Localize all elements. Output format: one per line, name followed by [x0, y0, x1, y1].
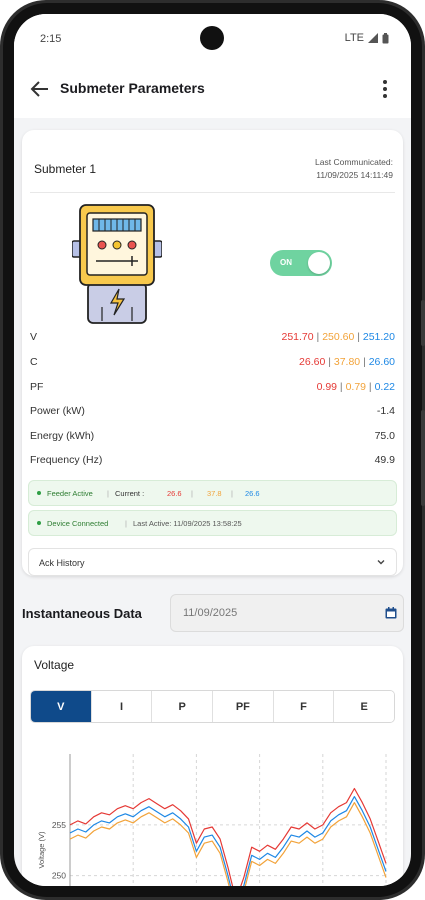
param-row-pf: PF 0.99 | 0.79 | 0.22 [30, 378, 395, 398]
submeter-name: Submeter 1 [34, 162, 97, 176]
param-value-energy: 75.0 [374, 430, 395, 442]
voltage-line-chart: 255 250 Voltage (V) [37, 754, 387, 886]
y-tick-label: 250 [52, 871, 66, 881]
parameter-tabs: V I P PF F E [30, 690, 395, 723]
series-line-0 [69, 787, 387, 886]
status-icons: LTE [345, 32, 389, 44]
submeter-card: Submeter 1 Last Communicated: 11/09/2025… [22, 130, 403, 576]
date-input[interactable]: 11/09/2025 [170, 594, 404, 632]
signal-icon [368, 33, 378, 43]
param-value-c: 26.60 | 37.80 | 26.60 [299, 356, 395, 368]
calendar-icon[interactable] [385, 607, 397, 619]
voltage-card-title: Voltage [34, 658, 75, 672]
param-value-power: -1.4 [376, 405, 395, 417]
y-tick-label: 255 [52, 820, 66, 830]
param-label-v: V [30, 331, 38, 343]
chevron-down-icon [377, 560, 385, 565]
c-b-value: 26.60 [368, 356, 395, 368]
last-communicated-value: 11/09/2025 14:11:49 [316, 170, 393, 180]
c-y-value: 37.80 [333, 356, 361, 368]
param-value-pf: 0.99 | 0.79 | 0.22 [316, 381, 395, 393]
device-last-active: Last Active: 11/09/2025 13:58:25 [133, 519, 242, 528]
phone-frame: 2:15 LTE Submeter Parameters Submeter 1 … [0, 0, 425, 900]
device-status-dot [37, 521, 41, 525]
more-vert-icon[interactable] [373, 77, 397, 101]
pf-r-value: 0.99 [316, 381, 337, 393]
front-camera [200, 26, 224, 50]
status-time: 2:15 [40, 33, 62, 45]
pf-y-value: 0.79 [345, 381, 366, 393]
feeder-current-b: 26.6 [245, 489, 260, 498]
series-line-1 [69, 795, 387, 886]
tab-i[interactable]: I [91, 691, 153, 722]
toggle-label: ON [280, 258, 292, 267]
ack-history-label: Ack History [39, 558, 85, 568]
y-axis-label: Voltage (V) [37, 831, 46, 869]
param-row-energy: Energy (kWh) 75.0 [30, 427, 395, 447]
content: Submeter 1 Last Communicated: 11/09/2025… [14, 118, 411, 886]
battery-icon [382, 32, 389, 43]
pf-b-value: 0.22 [374, 381, 395, 393]
feeder-status-dot [37, 491, 41, 495]
param-label-frequency: Frequency (Hz) [30, 454, 103, 466]
feeder-current-label: Current : [115, 489, 145, 498]
tab-e[interactable]: E [334, 691, 394, 722]
tab-f[interactable]: F [273, 691, 335, 722]
c-r-value: 26.60 [299, 356, 326, 368]
date-value: 11/09/2025 [183, 607, 238, 619]
feeder-current-r: 26.6 [167, 489, 182, 498]
param-value-v: 251.70 | 250.60 | 251.20 [281, 331, 396, 343]
page-title: Submeter Parameters [60, 80, 205, 96]
ack-history-dropdown[interactable]: Ack History [28, 548, 397, 576]
toggle-knob [308, 252, 330, 274]
tab-p[interactable]: P [152, 691, 214, 722]
last-communicated-label: Last Communicated: [315, 157, 393, 167]
feeder-status-label: Feeder Active [47, 489, 93, 498]
app-bar: Submeter Parameters [14, 60, 411, 118]
tab-v[interactable]: V [31, 691, 92, 722]
v-b-value: 251.20 [362, 331, 395, 343]
param-label-energy: Energy (kWh) [30, 430, 95, 442]
network-label: LTE [344, 32, 364, 44]
device-status: Device Connected | Last Active: 11/09/20… [28, 510, 397, 536]
status-bar: 2:15 LTE [14, 14, 411, 60]
v-r-value: 251.70 [281, 331, 314, 343]
feeder-status: Feeder Active | Current : 26.6 | 37.8 | … [28, 480, 397, 506]
energy-meter-icon [72, 204, 162, 324]
param-value-frequency: 49.9 [374, 454, 395, 466]
instantaneous-title: Instantaneous Data [22, 606, 142, 621]
power-button [421, 410, 425, 506]
last-communicated: Last Communicated: 11/09/2025 14:11:49 [315, 156, 393, 182]
param-label-pf: PF [30, 381, 44, 393]
param-row-voltage: V 251.70 | 250.60 | 251.20 [30, 328, 395, 348]
divider [30, 192, 395, 193]
param-row-current: C 26.60 | 37.80 | 26.60 [30, 353, 395, 373]
back-arrow-icon[interactable] [28, 77, 52, 101]
device-status-label: Device Connected [47, 519, 109, 528]
screen: 2:15 LTE Submeter Parameters Submeter 1 … [14, 14, 411, 886]
power-toggle[interactable]: ON [270, 250, 332, 276]
param-label-power: Power (kW) [30, 405, 85, 417]
v-y-value: 250.60 [322, 331, 355, 343]
volume-up-button [421, 300, 425, 346]
tab-pf[interactable]: PF [213, 691, 274, 722]
voltage-card: Voltage V I P PF F E 255 250 Voltage (V) [22, 646, 403, 886]
feeder-current-y: 37.8 [207, 489, 222, 498]
param-row-frequency: Frequency (Hz) 49.9 [30, 451, 395, 471]
param-row-power: Power (kW) -1.4 [30, 402, 395, 422]
param-label-c: C [30, 356, 38, 368]
